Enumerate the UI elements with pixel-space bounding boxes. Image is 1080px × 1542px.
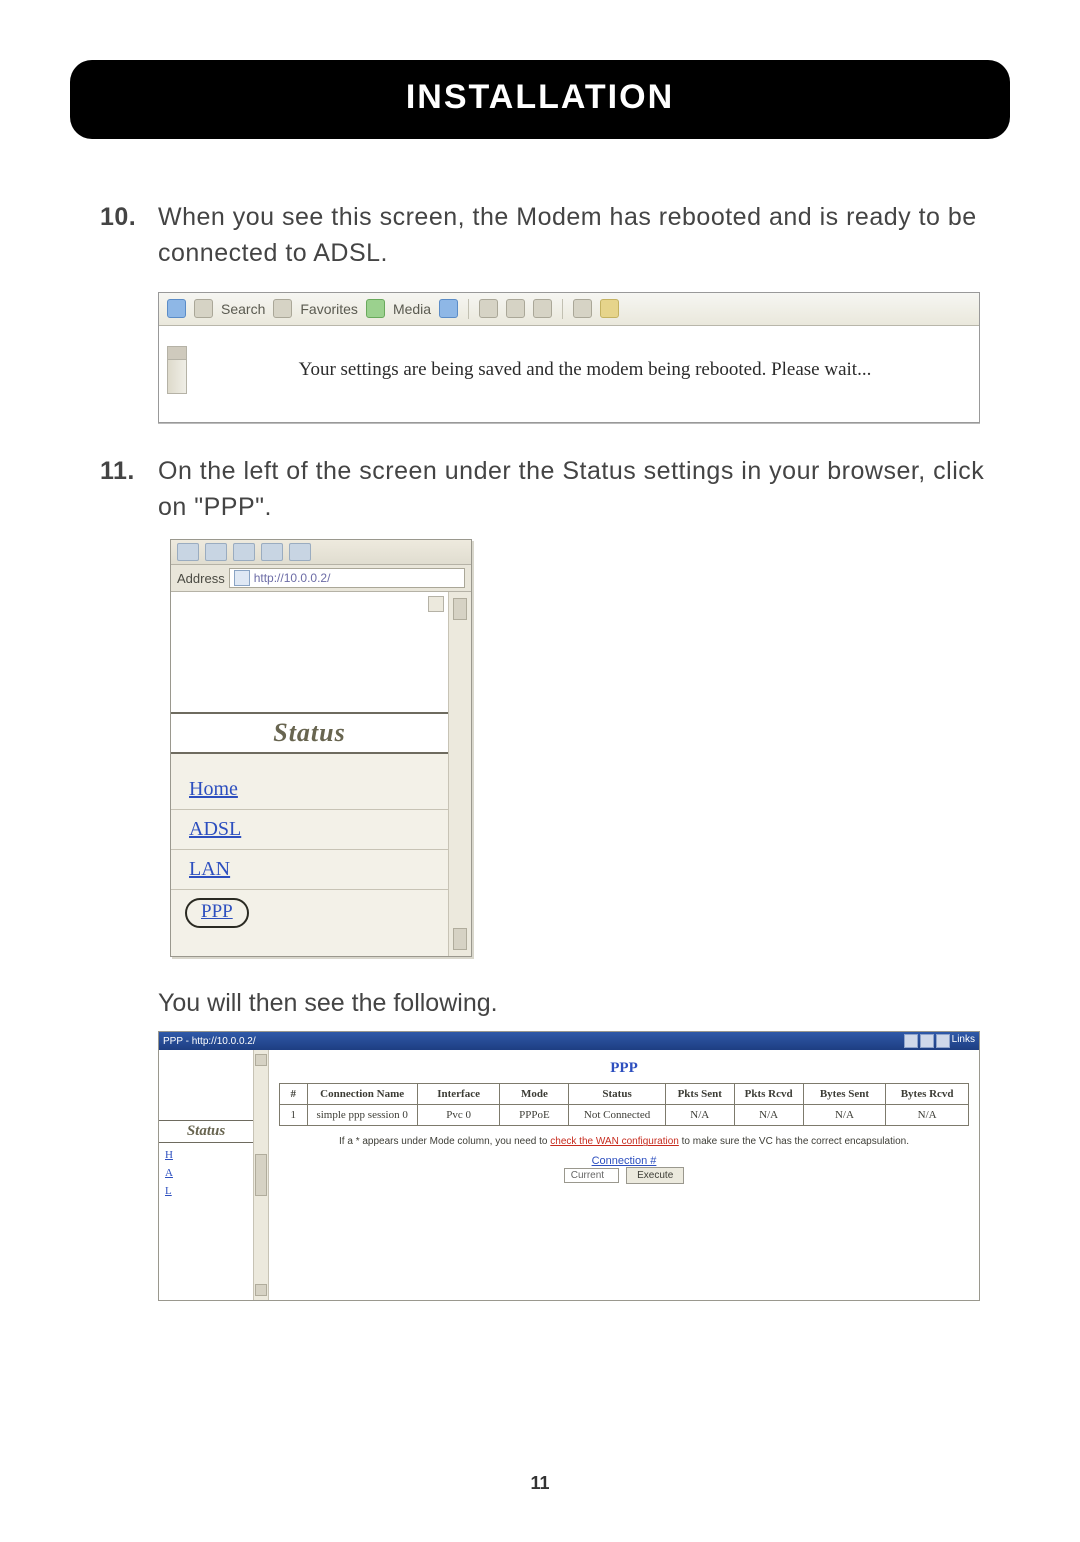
step-11-text: On the left of the screen under the Stat… [158,453,990,526]
col-header: Interface [417,1084,500,1105]
toolbar-search-label[interactable]: Search [221,301,265,317]
vertical-scrollbar[interactable] [448,592,471,956]
step-11: 11. On the left of the screen under the … [100,453,990,526]
status-nav-list: Home ADSL LAN PPP [171,754,448,956]
col-header: Bytes Rcvd [886,1084,969,1105]
wan-config-link[interactable]: check the WAN configuration [550,1136,679,1147]
nav-link-home[interactable]: Home [171,770,448,809]
scroll-down-icon[interactable] [453,928,467,950]
scroll-up-icon[interactable] [168,347,186,360]
mini-nav-link[interactable]: A [159,1161,253,1179]
address-input[interactable]: http://10.0.0.2/ [229,568,465,588]
cell-conn-name: simple ppp session 0 [307,1105,417,1126]
connection-controls: Connection # Current Execute [279,1147,969,1184]
col-header: Pkts Rcvd [734,1084,803,1105]
footnote-post: to make sure the VC has the correct enca… [682,1136,909,1147]
mini-status-heading: Status [159,1120,253,1143]
cell-pkts-rcvd: N/A [734,1105,803,1126]
step-10-text: When you see this screen, the Modem has … [158,199,990,272]
toolbar-separator [562,299,563,319]
blank-area [171,592,448,712]
browser-toolbar: Search Favorites Media [159,293,979,326]
cell-bytes-rcvd: N/A [886,1105,969,1126]
refresh-icon[interactable] [261,543,283,561]
step-10-number: 10. [100,199,158,272]
footnote-pre: If a * appears under Mode column, you ne… [339,1136,550,1147]
mini-nav-link[interactable]: H [159,1143,253,1161]
discuss-icon[interactable] [573,299,592,318]
scroll-thumb[interactable] [453,598,467,620]
scroll-thumb[interactable] [255,1154,267,1196]
page-number: 11 [0,1473,1080,1494]
col-header: Mode [500,1084,569,1105]
mini-nav-link[interactable]: L [159,1179,253,1197]
page-title: INSTALLATION [406,78,674,116]
messenger-icon[interactable] [600,299,619,318]
vertical-scrollbar[interactable] [167,346,187,394]
search-icon[interactable] [273,299,292,318]
media-icon[interactable] [366,299,385,318]
vertical-scrollbar[interactable] [254,1050,269,1300]
screenshot-status-nav: Address http://10.0.0.2/ Status Home ADS… [170,539,472,957]
ppp-table: # Connection Name Interface Mode Status … [279,1083,969,1126]
scroll-up-icon[interactable] [428,596,444,612]
screenshot-reboot: Search Favorites Media Your settings are… [158,292,980,423]
toolbar-separator [468,299,469,319]
screenshot-ppp-table: PPP - http://10.0.0.2/ Links Status H A … [158,1031,980,1301]
mini-left-nav: Status H A L [159,1050,254,1300]
edit-icon[interactable] [533,299,552,318]
nav-link-lan[interactable]: LAN [171,850,448,889]
col-header: Connection Name [307,1084,417,1105]
home-icon[interactable] [289,543,311,561]
scroll-down-icon[interactable] [255,1284,267,1296]
table-header-row: # Connection Name Interface Mode Status … [280,1084,969,1105]
address-value: http://10.0.0.2/ [254,571,331,585]
mini-toolbar [171,540,471,565]
nav-back-icon[interactable] [167,299,186,318]
links-label: Links [952,1034,975,1046]
ppp-footnote: If a * appears under Mode column, you ne… [279,1126,969,1147]
col-header: Status [569,1084,665,1105]
window-titlebar: PPP - http://10.0.0.2/ Links [159,1032,979,1050]
col-header: Pkts Sent [665,1084,734,1105]
connection-label: Connection # [592,1155,657,1167]
mail-icon[interactable] [479,299,498,318]
address-label: Address [177,571,225,586]
toolbar-favorites-label[interactable]: Favorites [300,301,358,317]
maximize-icon[interactable] [920,1034,934,1048]
cell-bytes-sent: N/A [803,1105,886,1126]
page-icon [234,570,250,586]
nav-fwd-icon[interactable] [205,543,227,561]
cell-interface: Pvc 0 [417,1105,500,1126]
status-heading: Status [171,712,448,754]
window-title: PPP - http://10.0.0.2/ [163,1036,256,1047]
execute-button[interactable]: Execute [626,1167,684,1184]
toolbar-media-label[interactable]: Media [393,301,431,317]
history-icon[interactable] [439,299,458,318]
scroll-up-icon[interactable] [255,1054,267,1066]
continuation-text: You will then see the following. [158,985,990,1021]
address-bar: Address http://10.0.0.2/ [171,565,471,592]
step-10: 10. When you see this screen, the Modem … [100,199,990,272]
nav-link-adsl[interactable]: ADSL [171,810,448,849]
step-11-number: 11. [100,453,158,526]
cell-mode: PPPoE [500,1105,569,1126]
cell-pkts-sent: N/A [665,1105,734,1126]
table-row: 1 simple ppp session 0 Pvc 0 PPPoE Not C… [280,1105,969,1126]
nav-back-icon[interactable] [177,543,199,561]
reboot-message: Your settings are being saved and the mo… [203,359,967,381]
nav-link-ppp[interactable]: PPP [185,898,249,928]
minimize-icon[interactable] [904,1034,918,1048]
print-icon[interactable] [506,299,525,318]
page-title-bar: INSTALLATION [70,60,1010,139]
nav-fwd-icon[interactable] [194,299,213,318]
col-header: # [280,1084,308,1105]
ppp-table-title: PPP [279,1058,969,1083]
stop-icon[interactable] [233,543,255,561]
cell-n: 1 [280,1105,308,1126]
col-header: Bytes Sent [803,1084,886,1105]
connection-select[interactable]: Current [564,1168,619,1183]
close-icon[interactable] [936,1034,950,1048]
cell-status: Not Connected [569,1105,665,1126]
